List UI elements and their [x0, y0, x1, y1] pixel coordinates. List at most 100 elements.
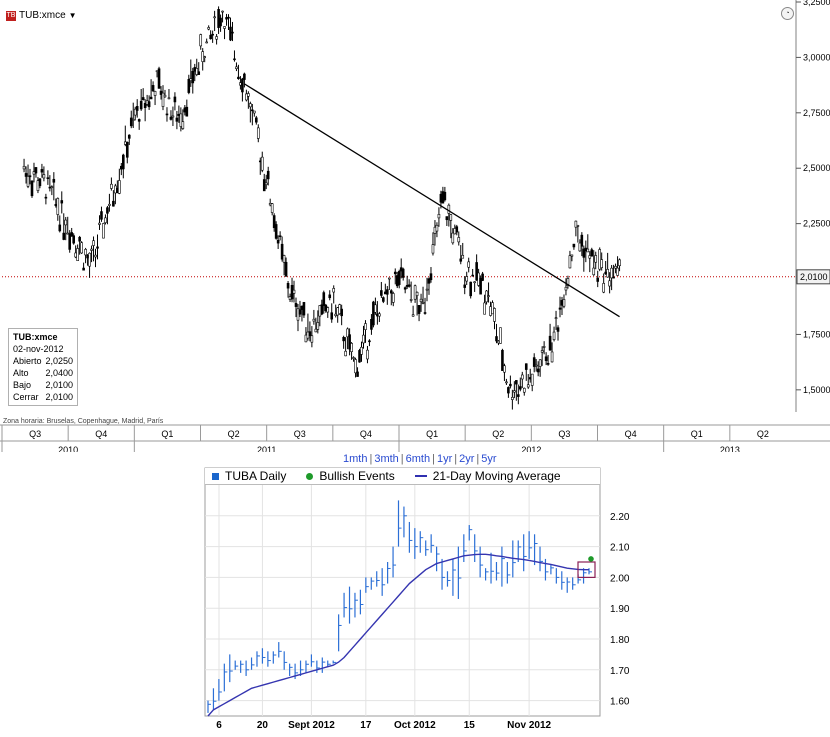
candle-body — [171, 115, 175, 118]
candle-body — [378, 313, 381, 317]
candle-body — [207, 27, 210, 30]
quarter-label: Q2 — [228, 429, 240, 439]
candle-body — [316, 322, 320, 330]
period-6mth[interactable]: 6mth — [404, 453, 432, 467]
candle-body — [417, 305, 421, 314]
period-1mth[interactable]: 1mth — [341, 453, 369, 467]
period-3mth[interactable]: 3mth — [372, 453, 400, 467]
candle-body — [58, 224, 62, 232]
candle-body — [519, 386, 522, 390]
candle-body — [129, 117, 133, 127]
candle-body — [411, 314, 415, 317]
candle-body — [550, 351, 554, 363]
candle-body — [72, 235, 75, 244]
candle-body — [542, 346, 546, 348]
candle-body — [308, 331, 312, 337]
candle-body — [181, 121, 185, 129]
ma-line-swatch — [414, 475, 427, 477]
candle-body — [503, 365, 506, 373]
period-2yr[interactable]: 2yr — [457, 453, 476, 467]
candle-body — [606, 268, 609, 278]
candle-body — [131, 119, 135, 121]
candle-body — [556, 327, 560, 332]
info-title: TUB:xmce — [13, 332, 58, 342]
period-1yr[interactable]: 1yr — [435, 453, 454, 467]
candle-body — [332, 288, 336, 293]
candle-body — [409, 299, 413, 301]
candle-body — [185, 106, 189, 117]
ticker-selector[interactable]: TB TUB:xmce ▼ — [6, 10, 77, 21]
candle-body — [401, 268, 405, 278]
chevron-down-icon: ▼ — [68, 11, 77, 20]
candle-body — [235, 66, 238, 69]
candle-body — [322, 292, 326, 306]
candle-body — [90, 248, 93, 251]
candle-body — [153, 91, 157, 96]
candle-body — [40, 169, 44, 173]
candle-body — [274, 224, 278, 239]
candle-body — [62, 232, 66, 240]
candle-body — [449, 214, 453, 221]
candle-body — [98, 222, 101, 225]
candle-body — [135, 106, 139, 111]
candle-body — [393, 271, 397, 275]
candle-body — [564, 286, 568, 291]
candle-body — [247, 93, 250, 97]
candle-body — [594, 255, 598, 263]
candle-body — [586, 248, 590, 253]
candle-body — [243, 73, 246, 80]
candle-body — [139, 100, 143, 110]
candle-body — [610, 267, 613, 279]
candle-body — [540, 350, 544, 353]
candle-body — [167, 97, 171, 100]
candle-body — [419, 298, 423, 303]
candle-body — [88, 252, 91, 267]
candle-body — [562, 299, 566, 307]
quarter-label: Q4 — [95, 429, 107, 439]
info-date: 02-nov-2012 — [13, 344, 64, 354]
clock-icon[interactable]: ◔ — [781, 7, 794, 20]
candle-body — [264, 182, 268, 185]
candle-body — [24, 173, 28, 177]
candle-body — [608, 280, 611, 287]
y-tick-label: 1,5000 — [803, 385, 830, 395]
last-price-label: 2,0100 — [800, 272, 828, 282]
candle-body — [487, 295, 490, 297]
candle-body — [255, 117, 258, 123]
info-row: Cerrar 2,0100 — [13, 391, 73, 403]
candle-body — [493, 308, 496, 322]
y-tick-label: 2.10 — [610, 543, 630, 554]
candle-body — [580, 234, 584, 247]
candle-body — [34, 167, 38, 174]
candle-body — [520, 374, 524, 380]
candle-body — [26, 176, 30, 187]
candle-body — [173, 96, 177, 103]
candle-body — [44, 196, 48, 199]
candle-body — [221, 10, 224, 13]
x-tick-label: 6 — [216, 720, 222, 731]
candle-body — [344, 350, 347, 357]
candle-body — [227, 16, 230, 19]
period-selector: 1mth | 3mth | 6mth | 1yr | 2yr | 5yr — [341, 453, 499, 467]
candle-body — [165, 113, 169, 116]
legend-series: TUBA Daily — [225, 469, 287, 483]
candle-body — [397, 271, 401, 285]
candle-body — [251, 109, 254, 112]
candle-body — [457, 237, 461, 243]
candle-body — [552, 331, 556, 340]
y-tick-label: 1.90 — [610, 604, 630, 615]
candle-body — [38, 178, 42, 187]
quarter-label: Q2 — [492, 429, 504, 439]
candle-body — [554, 317, 558, 319]
quarter-label: Q1 — [161, 429, 173, 439]
candle-body — [415, 291, 419, 296]
y-tick-label: 3,0000 — [803, 52, 830, 62]
candle-body — [147, 101, 151, 108]
y-tick-label: 2.00 — [610, 573, 630, 584]
period-5yr[interactable]: 5yr — [479, 453, 498, 467]
candle-body — [229, 26, 232, 41]
candle-body — [92, 240, 95, 246]
quarter-label: Q2 — [757, 429, 769, 439]
candle-body — [260, 156, 264, 171]
info-value: 2,0100 — [45, 392, 73, 402]
